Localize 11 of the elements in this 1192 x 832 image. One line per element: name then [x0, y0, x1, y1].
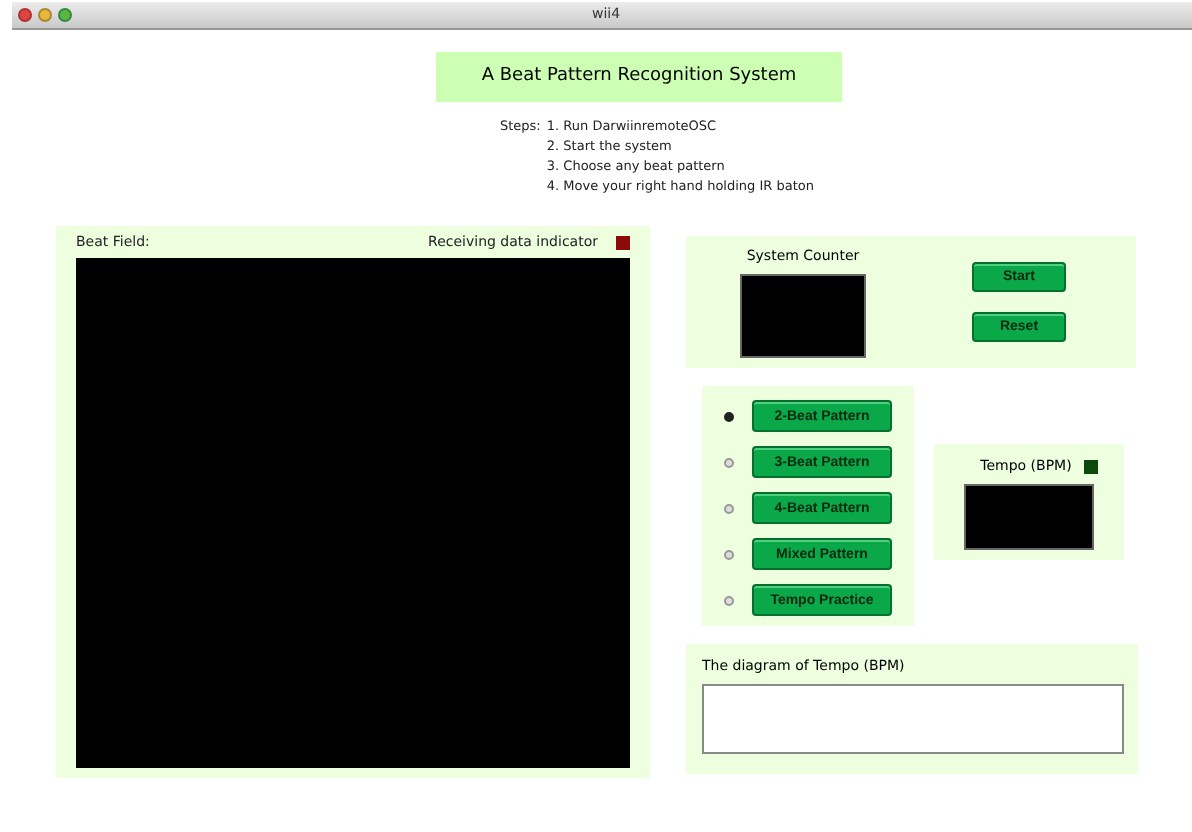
- header-banner: A Beat Pattern Recognition System: [436, 52, 842, 102]
- close-icon[interactable]: [18, 8, 32, 22]
- zoom-icon[interactable]: [58, 8, 72, 22]
- tempo-display: [964, 483, 1094, 549]
- radio-button[interactable]: [724, 457, 734, 467]
- radio-button[interactable]: [724, 595, 734, 605]
- radio-button[interactable]: [724, 411, 734, 421]
- counter-display: [740, 273, 866, 357]
- radio-button[interactable]: [724, 503, 734, 513]
- radio-button[interactable]: [724, 549, 734, 559]
- minimize-icon[interactable]: [38, 8, 52, 22]
